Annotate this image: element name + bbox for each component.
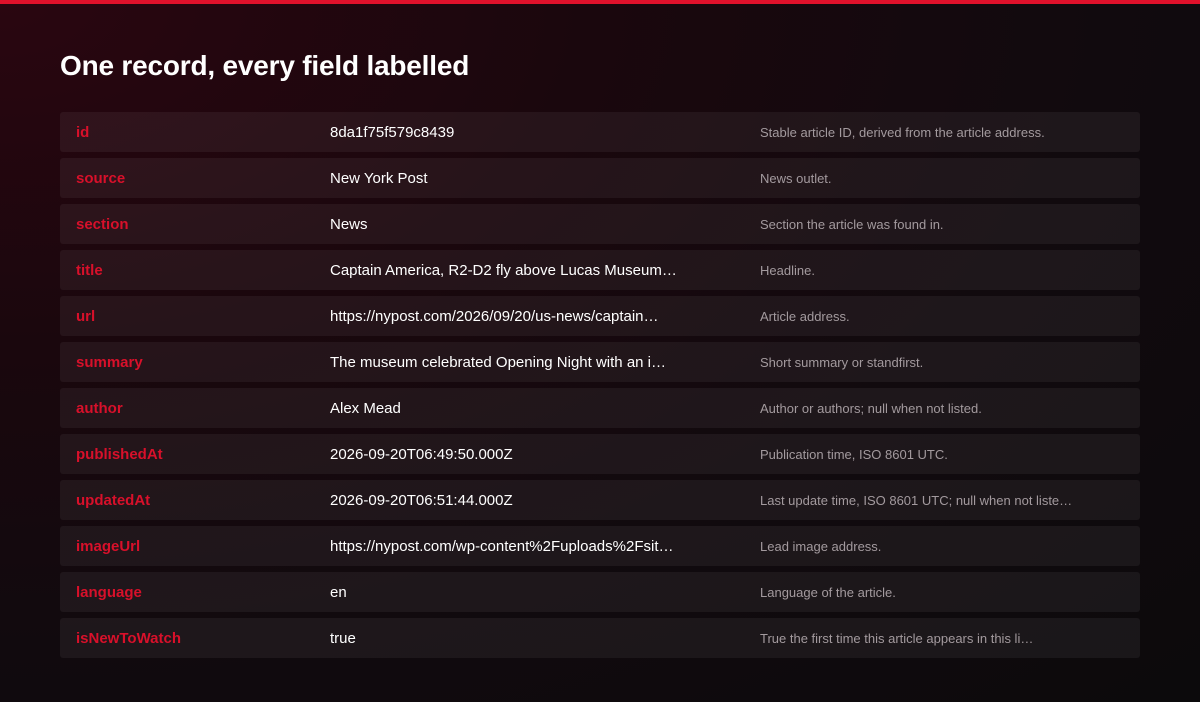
field-description: Language of the article. — [760, 584, 896, 600]
field-description: Short summary or standfirst. — [760, 354, 924, 370]
field-value: https://nypost.com/2026/09/20/us-news/ca… — [330, 307, 659, 325]
field-value: Alex Mead — [330, 399, 401, 417]
field-key: author — [76, 399, 123, 417]
field-row-language: language en Language of the article. — [60, 572, 1140, 612]
field-description: True the first time this article appears… — [760, 630, 1034, 646]
field-key: isNewToWatch — [76, 629, 182, 647]
field-key: imageUrl — [76, 537, 141, 555]
field-key: language — [76, 583, 142, 601]
field-value: en — [330, 583, 347, 601]
field-row-isnewtowatch: isNewToWatch true True the first time th… — [60, 618, 1140, 658]
field-key: publishedAt — [76, 445, 163, 463]
field-description: Publication time, ISO 8601 UTC. — [760, 446, 948, 462]
field-table: id 8da1f75f579c8439 Stable article ID, d… — [60, 112, 1140, 664]
field-value: https://nypost.com/wp-content%2Fuploads%… — [330, 537, 674, 555]
field-row-author: author Alex Mead Author or authors; null… — [60, 388, 1140, 428]
field-description: Article address. — [760, 308, 850, 324]
field-value: 2026-09-20T06:51:44.000Z — [330, 491, 513, 509]
field-row-publishedat: publishedAt 2026-09-20T06:49:50.000Z Pub… — [60, 434, 1140, 474]
field-key: url — [76, 307, 96, 325]
field-description: Section the article was found in. — [760, 216, 944, 232]
accent-top-bar — [0, 0, 1200, 4]
field-value: true — [330, 629, 356, 647]
field-key: section — [76, 215, 129, 233]
field-description: Lead image address. — [760, 538, 882, 554]
field-description: News outlet. — [760, 170, 832, 186]
field-key: source — [76, 169, 126, 187]
field-description: Author or authors; null when not listed. — [760, 400, 982, 416]
field-key: updatedAt — [76, 491, 151, 509]
field-value: 8da1f75f579c8439 — [330, 123, 455, 141]
field-value: New York Post — [330, 169, 428, 187]
field-row-title: title Captain America, R2-D2 fly above L… — [60, 250, 1140, 290]
page-title: One record, every field labelled — [60, 50, 470, 81]
field-row-source: source New York Post News outlet. — [60, 158, 1140, 198]
field-description: Last update time, ISO 8601 UTC; null whe… — [760, 492, 1073, 508]
field-description: Stable article ID, derived from the arti… — [760, 124, 1045, 140]
field-value: News — [330, 215, 368, 233]
field-key: id — [76, 123, 90, 141]
field-key: summary — [76, 353, 143, 371]
field-row-url: url https://nypost.com/2026/09/20/us-new… — [60, 296, 1140, 336]
field-row-updatedat: updatedAt 2026-09-20T06:51:44.000Z Last … — [60, 480, 1140, 520]
field-value: The museum celebrated Opening Night with… — [330, 353, 667, 371]
field-row-imageurl: imageUrl https://nypost.com/wp-content%2… — [60, 526, 1140, 566]
field-value: Captain America, R2-D2 fly above Lucas M… — [330, 261, 677, 279]
field-row-section: section News Section the article was fou… — [60, 204, 1140, 244]
field-key: title — [76, 261, 103, 279]
field-row-summary: summary The museum celebrated Opening Ni… — [60, 342, 1140, 382]
field-value: 2026-09-20T06:49:50.000Z — [330, 445, 513, 463]
field-row-id: id 8da1f75f579c8439 Stable article ID, d… — [60, 112, 1140, 152]
field-description: Headline. — [760, 262, 815, 278]
